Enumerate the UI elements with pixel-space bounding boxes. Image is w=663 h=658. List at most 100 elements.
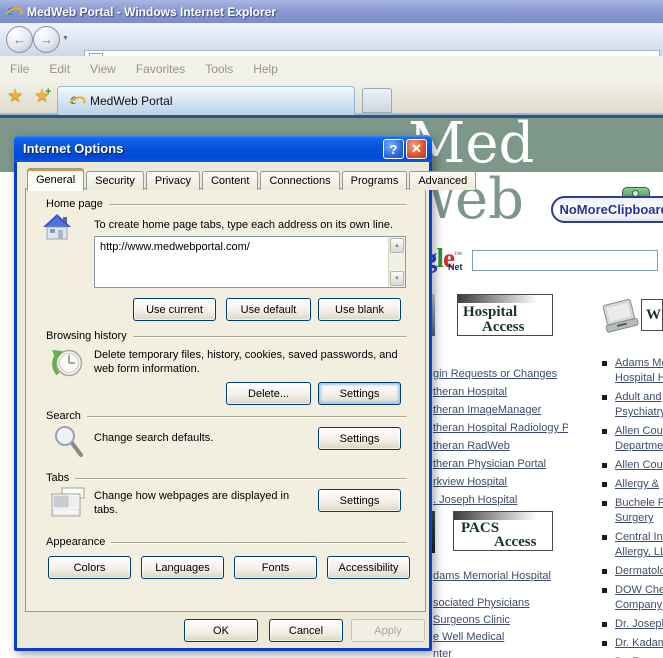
list-item[interactable]: Allen Cou <box>600 458 663 473</box>
list-item[interactable]: theran Physician Portal <box>433 454 568 472</box>
list-item[interactable]: Allergy & <box>600 477 663 492</box>
add-favorite-icon[interactable]: ★ + <box>34 85 51 106</box>
list-item[interactable]: Buchele F Surgery <box>600 496 663 526</box>
scroll-up-icon: ▲ <box>394 242 400 249</box>
home-page-group-label: Home page <box>46 198 407 210</box>
list-item[interactable]: theran ImageManager <box>433 400 568 418</box>
delete-button[interactable]: Delete... <box>226 382 311 405</box>
divider <box>108 203 407 205</box>
list-item[interactable]: Adult and Psychiatry <box>600 390 663 420</box>
history-clock-icon <box>50 345 86 386</box>
tab-medweb-portal[interactable]: e MedWeb Portal <box>57 86 355 115</box>
list-item[interactable]: theran Hospital <box>433 382 568 400</box>
forward-button[interactable]: → <box>33 26 60 53</box>
google-search-input[interactable] <box>472 250 658 271</box>
ok-button[interactable]: OK <box>184 619 258 642</box>
hospital-access-line1: Hospital <box>463 304 518 320</box>
list-item[interactable]: Adams MeHospital HI <box>600 356 663 386</box>
tab-ie-icon: e <box>66 91 88 113</box>
dialog-titlebar: Internet Options <box>14 135 432 162</box>
nomoreclipboard-button[interactable]: NoMoreClipboard <box>551 196 663 223</box>
appearance-group-label: Appearance <box>46 536 407 548</box>
back-arrow-icon: ← <box>13 32 26 47</box>
list-item[interactable]: rkview Hospital <box>433 472 568 490</box>
menu-favorites[interactable]: Favorites <box>126 62 195 76</box>
divider <box>111 541 407 543</box>
bullet-icon <box>602 535 607 540</box>
scroll-up-button[interactable]: ▲ <box>390 238 404 253</box>
menu-view[interactable]: View <box>80 62 126 76</box>
favorites-star-icon[interactable]: ★ <box>7 85 23 106</box>
list-item[interactable]: gin Requests or Changes <box>433 364 568 382</box>
dialog-close-button[interactable]: ✕ <box>406 139 427 159</box>
general-tab-page: Home page To create home page tabs, type… <box>25 188 426 612</box>
menu-file[interactable]: File <box>0 62 39 76</box>
use-blank-button[interactable]: Use blank <box>318 298 401 321</box>
colors-button[interactable]: Colors <box>48 556 131 579</box>
bullet-icon <box>602 641 607 646</box>
scroll-down-button[interactable]: ▼ <box>390 271 404 286</box>
use-default-button[interactable]: Use default <box>226 298 311 321</box>
divider <box>75 477 407 479</box>
bullet-icon <box>602 395 607 400</box>
list-item[interactable]: Surgeons Clinic <box>433 610 568 627</box>
list-item[interactable]: Central In Allergy, LL <box>600 530 663 560</box>
accessibility-button[interactable]: Accessibility <box>327 556 410 579</box>
web-access-label: W <box>646 307 661 323</box>
fonts-button[interactable]: Fonts <box>234 556 317 579</box>
list-item[interactable]: theran Hospital Radiology PACS <box>433 418 568 436</box>
tabs-settings-button[interactable]: Settings <box>318 489 401 512</box>
list-item[interactable]: dams Memorial Hospital <box>433 566 568 583</box>
list-item[interactable]: nter <box>433 644 568 658</box>
list-item[interactable]: DOW Che Company <box>600 583 663 613</box>
list-item[interactable]: Dermatolo <box>600 564 663 579</box>
back-button[interactable]: ← <box>6 26 33 53</box>
tab-connections[interactable]: Connections <box>260 171 340 190</box>
bullet-icon <box>602 622 607 627</box>
tab-bar: ★ ★ + e MedWeb Portal <box>0 82 663 115</box>
new-tab-button[interactable] <box>362 88 392 113</box>
tab-advanced[interactable]: Advanced <box>409 171 477 190</box>
laptop-icon <box>601 296 639 343</box>
list-item[interactable]: Dr. Kadam <box>600 636 663 651</box>
list-item[interactable]: Allen CouDepartmen <box>600 424 663 454</box>
tab-security[interactable]: Security <box>86 171 144 190</box>
cancel-button[interactable]: Cancel <box>269 619 343 642</box>
pacs-access-links: dams Memorial Hospital sociated Physicia… <box>433 566 568 658</box>
list-item[interactable]: . Joseph Hospital <box>433 490 568 508</box>
search-description: Change search defaults. <box>94 432 214 444</box>
menu-tools[interactable]: Tools <box>195 62 243 76</box>
languages-button[interactable]: Languages <box>141 556 224 579</box>
menu-help[interactable]: Help <box>243 62 288 76</box>
browsing-history-group-label: Browsing history <box>46 330 407 342</box>
list-item[interactable]: theran RadWeb <box>433 436 568 454</box>
bullet-icon <box>602 501 607 506</box>
textarea-scrollbar[interactable]: ▲ ▼ <box>388 237 405 287</box>
tab-general[interactable]: General <box>27 168 85 191</box>
dialog-help-button[interactable]: ? <box>383 139 404 159</box>
tabs-group-label: Tabs <box>46 472 407 484</box>
browsing-history-description: Delete temporary files, history, cookies… <box>94 349 398 375</box>
header-gradient-bar <box>454 512 552 520</box>
home-page-textarea[interactable]: http://www.medwebportal.com/ ▲ ▼ <box>94 236 406 288</box>
tab-label: MedWeb Portal <box>90 94 173 108</box>
web-access-header-fragment: W <box>641 299 663 331</box>
home-icon <box>42 213 72 246</box>
menu-edit[interactable]: Edit <box>39 62 80 76</box>
tab-programs[interactable]: Programs <box>341 171 408 190</box>
search-settings-button[interactable]: Settings <box>318 427 401 450</box>
list-item[interactable]: Dr. Joseph <box>600 617 663 632</box>
tab-privacy[interactable]: Privacy <box>145 171 200 190</box>
nav-dropdown-caret-icon[interactable]: ▼ <box>62 35 69 42</box>
tab-content[interactable]: Content <box>201 171 259 190</box>
use-current-button[interactable]: Use current <box>133 298 216 321</box>
internet-options-dialog: Internet Options ? ✕ General Security Pr… <box>14 135 477 651</box>
history-settings-button[interactable]: Settings <box>318 382 401 405</box>
search-group-label: Search <box>46 410 407 422</box>
list-item[interactable]: sociated Physicians <box>433 593 568 610</box>
list-item[interactable]: e Well Medical <box>433 627 568 644</box>
close-icon: ✕ <box>411 141 422 156</box>
tabs-description: Change how webpages are displayed in tab… <box>94 490 290 516</box>
dialog-tab-strip: General Security Privacy Content Connect… <box>27 168 478 191</box>
divider <box>86 415 407 417</box>
